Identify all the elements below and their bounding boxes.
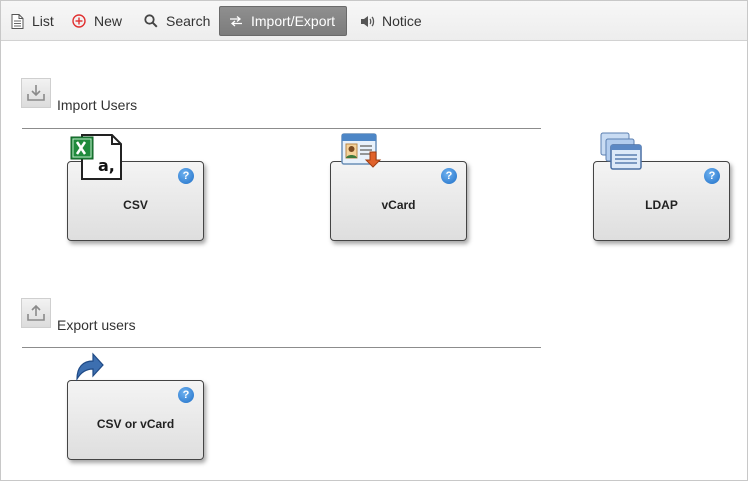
help-icon[interactable]: ?: [178, 168, 194, 184]
export-csv-vcard-label: CSV or vCard: [96, 417, 175, 431]
import-vcard-label: vCard: [381, 198, 416, 212]
help-icon[interactable]: ?: [704, 168, 720, 184]
vcard-icon: [340, 130, 386, 177]
import-csv-label: CSV: [123, 198, 148, 212]
toolbar: List New Search Import/Export Notice: [1, 1, 747, 41]
export-arrow-icon: [73, 349, 105, 388]
export-divider: [22, 347, 541, 348]
import-divider: [22, 128, 541, 129]
speaker-icon: [359, 13, 375, 29]
toolbar-list-label: List: [32, 13, 54, 29]
export-section-title: Export users: [57, 317, 136, 333]
search-icon: [143, 13, 159, 29]
toolbar-notice-label: Notice: [382, 13, 422, 29]
import-ldap-label: LDAP: [645, 198, 678, 212]
toolbar-new-label: New: [94, 13, 123, 29]
toolbar-notice-button[interactable]: Notice: [351, 6, 430, 36]
import-section-title: Import Users: [57, 97, 138, 113]
import-download-icon: [21, 78, 51, 108]
svg-text:a,: a,: [98, 156, 115, 175]
export-upload-icon: [21, 298, 51, 328]
help-icon[interactable]: ?: [178, 387, 194, 403]
toolbar-import-export-label: Import/Export: [251, 13, 336, 29]
ldap-icon: [599, 131, 645, 180]
toolbar-import-export-button[interactable]: Import/Export: [219, 6, 347, 36]
toolbar-search-button[interactable]: Search: [135, 6, 218, 36]
add-circle-icon: [71, 13, 87, 29]
toolbar-list-button[interactable]: List: [1, 6, 62, 36]
swap-arrows-icon: [228, 13, 244, 29]
export-csv-vcard-card[interactable]: ? CSV or vCard: [67, 380, 204, 460]
toolbar-new-button[interactable]: New: [63, 6, 130, 36]
help-icon[interactable]: ?: [441, 168, 457, 184]
document-icon: [9, 13, 25, 29]
excel-csv-icon: a,: [70, 131, 124, 186]
toolbar-search-label: Search: [166, 13, 211, 29]
